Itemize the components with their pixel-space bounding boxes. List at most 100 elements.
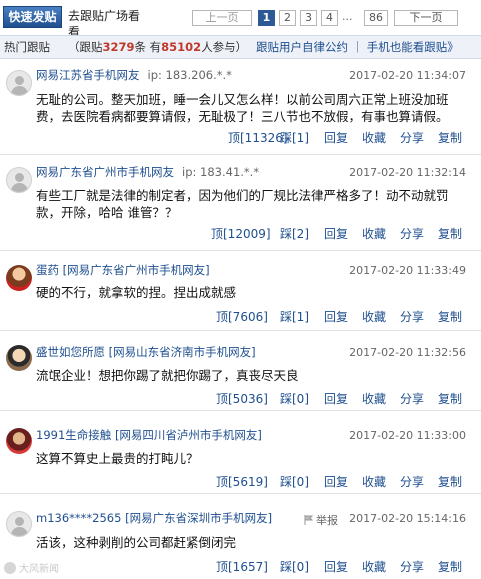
reply-button[interactable]: 回复: [324, 558, 348, 575]
reply-button[interactable]: 回复: [324, 225, 348, 242]
downvote-button[interactable]: 踩[0]: [280, 390, 309, 407]
watermark-logo-icon: [4, 562, 16, 574]
user-location: [网易广东省广州市手机网友]: [62, 263, 210, 277]
favorite-button[interactable]: 收藏: [362, 558, 386, 575]
user-avatar[interactable]: [6, 428, 32, 454]
user-name[interactable]: 网易江苏省手机网友: [36, 68, 140, 82]
comment-text: 硬的不行，就拿软的捏。捏出成就感: [36, 285, 237, 300]
user-avatar[interactable]: [6, 265, 32, 291]
upvote-button[interactable]: 顶[5036]: [216, 390, 268, 407]
share-button[interactable]: 分享: [400, 129, 424, 146]
flag-icon: [304, 515, 314, 525]
comment-time: 2017-02-20 11:32:14: [349, 166, 466, 179]
quick-post-button[interactable]: 快速发贴: [3, 6, 62, 28]
copy-button[interactable]: 复制: [438, 129, 462, 146]
user-name[interactable]: 1991生命接触: [36, 428, 111, 442]
stats-middle: 条 有: [134, 40, 162, 54]
user-name[interactable]: 蛋药: [36, 263, 59, 277]
comment-time: 2017-02-20 11:32:56: [349, 346, 466, 359]
downvote-button[interactable]: 踩[0]: [280, 558, 309, 575]
reply-button[interactable]: 回复: [324, 129, 348, 146]
reply-button[interactable]: 回复: [324, 390, 348, 407]
user-name[interactable]: 盛世如您所愿: [36, 345, 105, 359]
share-button[interactable]: 分享: [400, 558, 424, 575]
comment-time: 2017-02-20 11:34:07: [349, 69, 466, 82]
comment-stats: （跟贴3279条 有85102人参与）: [68, 36, 247, 58]
comment-meta: 盛世如您所愿 [网易山东省济南市手机网友]: [36, 345, 256, 359]
favorite-button[interactable]: 收藏: [362, 390, 386, 407]
comment-item: 蛋药 [网易广东省广州市手机网友] 2017-02-20 11:33:49 硬的…: [0, 251, 481, 331]
favorite-button[interactable]: 收藏: [362, 308, 386, 325]
participant-count: 85102: [161, 40, 202, 54]
favorite-button[interactable]: 收藏: [362, 473, 386, 490]
share-button[interactable]: 分享: [400, 473, 424, 490]
next-page-button[interactable]: 下一页: [394, 10, 458, 26]
upvote-button[interactable]: 顶[7606]: [216, 308, 268, 325]
watermark: 大风新闻: [4, 560, 59, 575]
downvote-button[interactable]: 踩[1]: [280, 308, 309, 325]
avatar-default-icon[interactable]: [6, 70, 32, 96]
watermark-text: 大风新闻: [19, 564, 59, 575]
comment-time: 2017-02-20 11:33:49: [349, 264, 466, 277]
upvote-button[interactable]: 顶[11326]: [228, 129, 288, 146]
page-last-button[interactable]: 86: [364, 10, 388, 26]
upvote-button[interactable]: 顶[1657]: [216, 558, 268, 575]
reply-button[interactable]: 回复: [324, 308, 348, 325]
comment-item: m136****2565 [网易广东省深圳市手机网友] 举报 2017-02-2…: [0, 494, 481, 579]
user-location: [网易四川省泸州市手机网友]: [114, 428, 262, 442]
share-button[interactable]: 分享: [400, 390, 424, 407]
hot-comments-header: 热门跟贴 （跟贴3279条 有85102人参与） 跟贴用户自律公约 ｜ 手机也能…: [0, 35, 481, 59]
page-1-button[interactable]: 1: [258, 10, 275, 26]
avatar-default-icon[interactable]: [6, 511, 32, 537]
page-2-button[interactable]: 2: [279, 10, 296, 26]
user-avatar[interactable]: [6, 345, 32, 371]
downvote-button[interactable]: 踩[1]: [280, 129, 309, 146]
user-name[interactable]: 网易广东省广州市手机网友: [36, 165, 174, 179]
copy-button[interactable]: 复制: [438, 308, 462, 325]
comment-text: 无耻的公司。整天加班，睡一会儿又怎么样！以前公司周六正常上班没加班费，去医院看病…: [36, 92, 449, 124]
comment-meta: 网易广东省广州市手机网友 ip: 183.41.*.*: [36, 165, 259, 179]
user-ip: ip: 183.41.*.*: [182, 165, 260, 179]
user-location: [网易山东省济南市手机网友]: [108, 345, 256, 359]
reply-button[interactable]: 回复: [324, 473, 348, 490]
user-location: [网易广东省深圳市手机网友]: [125, 511, 273, 525]
downvote-button[interactable]: 踩[2]: [280, 225, 309, 242]
upvote-button[interactable]: 顶[12009]: [211, 225, 271, 242]
downvote-button[interactable]: 踩[0]: [280, 473, 309, 490]
report-label: 举报: [316, 514, 338, 527]
stats-prefix: （跟贴: [68, 40, 103, 54]
comment-text: 流氓企业！想把你踢了就把你踢了，真丧尽天良: [36, 368, 299, 383]
hot-comments-title: 热门跟贴: [4, 40, 50, 54]
comment-item: 网易江苏省手机网友 ip: 183.206.*.* 2017-02-20 11:3…: [0, 58, 481, 155]
top-toolbar: 快速发贴 去跟贴广场看看 上一页 1 2 3 4 ... 86 下一页: [0, 0, 481, 39]
comment-text: 有些工厂就是法律的制定者，因为他们的厂规比法律严格多了！动不动就罚款，开除，哈哈…: [36, 188, 449, 220]
favorite-button[interactable]: 收藏: [362, 225, 386, 242]
user-name[interactable]: m136****2565: [36, 511, 121, 525]
comment-item: 网易广东省广州市手机网友 ip: 183.41.*.* 2017-02-20 11…: [0, 155, 481, 251]
comment-meta: 网易江苏省手机网友 ip: 183.206.*.*: [36, 68, 232, 82]
copy-button[interactable]: 复制: [438, 225, 462, 242]
user-ip: ip: 183.206.*.*: [147, 68, 232, 82]
copy-button[interactable]: 复制: [438, 390, 462, 407]
comment-text: 活该，这种剥削的公司都赶紧倒闭完: [36, 535, 237, 550]
header-links[interactable]: 跟贴用户自律公约 ｜ 手机也能看跟贴》: [256, 36, 459, 58]
avatar-default-icon[interactable]: [6, 167, 32, 193]
copy-button[interactable]: 复制: [438, 473, 462, 490]
comment-meta: 1991生命接触 [网易四川省泸州市手机网友]: [36, 428, 262, 442]
upvote-button[interactable]: 顶[5619]: [216, 473, 268, 490]
comment-text: 这算不算史上最贵的打盹儿？: [36, 451, 199, 466]
copy-button[interactable]: 复制: [438, 558, 462, 575]
share-button[interactable]: 分享: [400, 225, 424, 242]
comment-meta: 蛋药 [网易广东省广州市手机网友]: [36, 263, 210, 277]
prev-page-button[interactable]: 上一页: [192, 10, 252, 26]
page-3-button[interactable]: 3: [300, 10, 317, 26]
share-button[interactable]: 分享: [400, 308, 424, 325]
favorite-button[interactable]: 收藏: [362, 129, 386, 146]
report-link[interactable]: 举报: [304, 512, 338, 528]
post-count: 3279: [102, 40, 135, 54]
comment-meta: m136****2565 [网易广东省深圳市手机网友]: [36, 511, 272, 525]
pager-ellipsis: ...: [342, 10, 353, 23]
comment-time: 2017-02-20 11:33:00: [349, 429, 466, 442]
comment-time: 2017-02-20 15:14:16: [349, 512, 466, 525]
page-4-button[interactable]: 4: [321, 10, 338, 26]
